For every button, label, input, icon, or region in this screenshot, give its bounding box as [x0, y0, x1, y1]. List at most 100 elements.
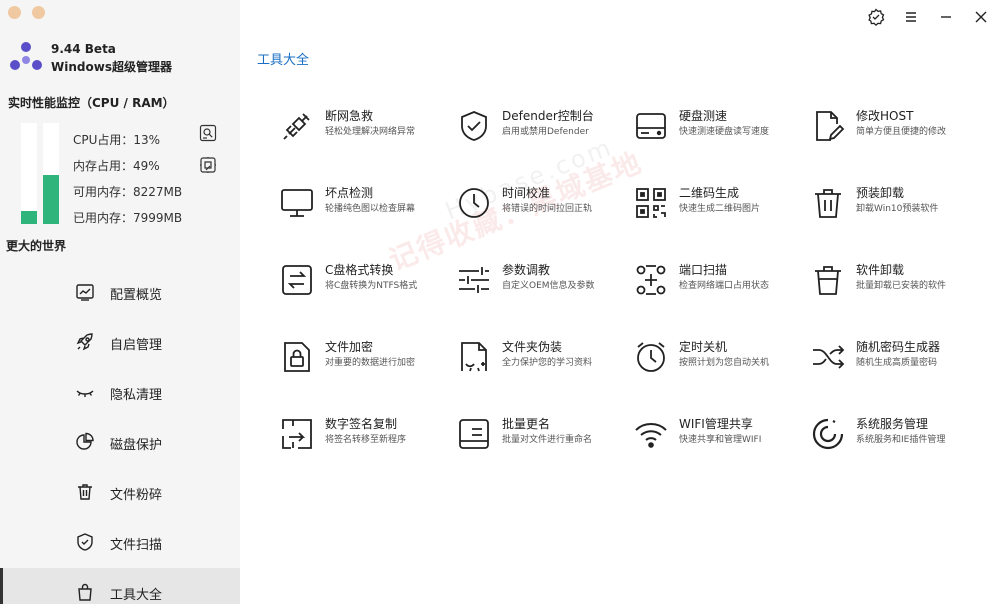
tool-dead-pixel-test[interactable]: 坏点检测 轮播纯色图以检查屏幕 [280, 184, 450, 228]
memory-optimize-icon[interactable] [199, 156, 217, 174]
eye-closed-icon [75, 382, 95, 402]
tool-title: 修改HOST [856, 109, 914, 123]
signature-copy-icon [280, 417, 314, 451]
tool-title: 批量更名 [502, 417, 551, 431]
tool-scheduled-shutdown[interactable]: 定时关机 按照计划为您自动关机 [634, 338, 804, 382]
sidebar-item-label: 文件扫描 [110, 538, 163, 553]
available-memory-value: 8227MB [133, 185, 183, 199]
app-version: 9.44 Beta [51, 42, 116, 56]
window-close-dot[interactable] [8, 6, 21, 19]
service-ring-icon [811, 417, 845, 451]
sidebar-item-label: 磁盘保护 [110, 438, 163, 453]
available-memory-text: 可用内存：8227MB [73, 183, 182, 200]
memory-usage-bar [43, 123, 59, 224]
sidebar-item-label: 工具大全 [110, 588, 163, 603]
tool-batch-rename[interactable]: 批量更名 批量对文件进行重命名 [457, 415, 627, 459]
minimize-icon[interactable] [937, 8, 955, 26]
sidebar-item-privacy-cleanup[interactable]: 隐私清理 [0, 374, 240, 410]
sidebar-item-file-shredder[interactable]: 文件粉碎 [0, 474, 240, 510]
tool-title: 硬盘测速 [679, 109, 728, 123]
disguise-file-icon [457, 340, 491, 374]
memory-usage-fill [43, 174, 59, 224]
tool-time-sync[interactable]: 时间校准 将错误的时间拉回正轨 [457, 184, 627, 228]
tool-title: 系统服务管理 [856, 417, 929, 431]
tool-edit-hosts[interactable]: 修改HOST 简单方便且便捷的修改 [811, 107, 981, 151]
window-minimize-dot[interactable] [32, 6, 45, 19]
app-name: Windows超级管理器 [51, 60, 172, 74]
tool-title: 数字签名复制 [325, 417, 398, 431]
tool-description: 快速测速硬盘读写速度 [679, 127, 770, 137]
wifi-icon [634, 417, 668, 451]
tool-file-encrypt[interactable]: 文件加密 对重要的数据进行加密 [280, 338, 450, 382]
swap-icon [280, 263, 314, 297]
tool-description: 检查网络端口占用状态 [679, 281, 770, 291]
cpu-usage-bar [21, 123, 37, 224]
scan-icon [634, 263, 668, 297]
qr-code-icon [634, 186, 668, 220]
tool-description: 对重要的数据进行加密 [325, 358, 416, 368]
tool-folder-disguise[interactable]: 文件夹伪装 全力保护您的学习资料 [457, 338, 627, 382]
sidebar-item-label: 配置概览 [110, 288, 163, 303]
monitor-icon [280, 186, 314, 220]
used-memory-value: 7999MB [133, 211, 183, 225]
sidebar-item-file-scan[interactable]: 文件扫描 [0, 524, 240, 560]
tool-parameter-tuning[interactable]: 参数调教 自定义OEM信息及参数 [457, 261, 627, 305]
alarm-clock-icon [634, 340, 668, 374]
tool-title: 定时关机 [679, 340, 728, 354]
tool-title: C盘格式转换 [325, 263, 394, 277]
memory-usage-text: 内存占用：49% [73, 159, 160, 173]
menu-icon[interactable] [902, 8, 920, 26]
rocket-icon [75, 332, 95, 352]
shield-check-icon [75, 532, 95, 552]
tool-title: 端口扫描 [679, 263, 728, 277]
tool-random-password[interactable]: 随机密码生成器 随机生成高质量密码 [811, 338, 981, 382]
used-memory-label: 已用内存： [73, 211, 134, 225]
tool-title: 软件卸载 [856, 263, 905, 277]
sidebar-item-label: 隐私清理 [110, 388, 163, 403]
tool-port-scan[interactable]: 端口扫描 检查网络端口占用状态 [634, 261, 804, 305]
system-info-icon[interactable] [199, 124, 217, 142]
tool-description: 将错误的时间拉回正轨 [502, 204, 593, 214]
sidebar-item-toolbox[interactable]: 工具大全 [0, 568, 240, 604]
tool-description: 轻松处理解决网络异常 [325, 127, 416, 137]
pie-chart-icon [75, 432, 95, 452]
sidebar-item-config-overview[interactable]: 配置概览 [0, 274, 240, 310]
shuffle-icon [811, 340, 845, 374]
monitor-title: 实时性能监控（CPU / RAM） [8, 96, 175, 110]
tool-system-services[interactable]: 系统服务管理 系统服务和IE插件管理 [811, 415, 981, 459]
tool-title: Defender控制台 [502, 109, 594, 123]
tool-signature-copy[interactable]: 数字签名复制 将签名转移至新程序 [280, 415, 450, 459]
tool-wifi-sharing[interactable]: WIFI管理共享 快速共享和管理WIFI [634, 415, 804, 459]
sidebar-item-startup-manager[interactable]: 自启管理 [0, 324, 240, 360]
tool-description: 轮播纯色图以检查屏幕 [325, 204, 416, 214]
tool-description: 系统服务和IE插件管理 [856, 435, 946, 445]
tool-preinstalled-uninstall[interactable]: 预装卸载 卸载Win10预装软件 [811, 184, 981, 228]
app-logo-icon [10, 42, 42, 70]
tool-description: 全力保护您的学习资料 [502, 358, 593, 368]
tool-title: 随机密码生成器 [856, 340, 941, 354]
tool-description: 批量对文件进行重命名 [502, 435, 593, 445]
tool-c-drive-convert[interactable]: C盘格式转换 将C盘转换为NTFS格式 [280, 261, 450, 305]
tool-software-uninstall[interactable]: 软件卸载 批量卸载已安装的软件 [811, 261, 981, 305]
sidebar-item-label: 文件粉碎 [110, 488, 163, 503]
tool-description: 按照计划为您自动关机 [679, 358, 770, 368]
tool-title: 预装卸载 [856, 186, 905, 200]
verified-badge-icon[interactable] [867, 8, 885, 26]
tool-title: 断网急救 [325, 109, 374, 123]
close-icon[interactable] [972, 8, 990, 26]
cpu-usage-text: CPU占用：13% [73, 133, 161, 147]
tool-network-rescue[interactable]: 断网急救 轻松处理解决网络异常 [280, 107, 450, 151]
sliders-icon [457, 263, 491, 297]
app-window: 9.44 Beta Windows超级管理器 实时性能监控（CPU / RAM）… [0, 0, 1004, 604]
tool-description: 简单方便且便捷的修改 [856, 127, 947, 137]
tool-description: 快速共享和管理WIFI [679, 435, 762, 445]
tool-qr-generator[interactable]: 二维码生成 快速生成二维码图片 [634, 184, 804, 228]
hard-disk-icon [634, 109, 668, 143]
sidebar-item-label: 自启管理 [110, 338, 163, 353]
tool-defender-console[interactable]: Defender控制台 启用或禁用Defender [457, 107, 627, 151]
sidebar-item-disk-protection[interactable]: 磁盘保护 [0, 424, 240, 460]
tool-description: 自定义OEM信息及参数 [502, 281, 595, 291]
tool-disk-speed-test[interactable]: 硬盘测速 快速测速硬盘读写速度 [634, 107, 804, 151]
tool-title: 坏点检测 [325, 186, 374, 200]
lock-file-icon [280, 340, 314, 374]
